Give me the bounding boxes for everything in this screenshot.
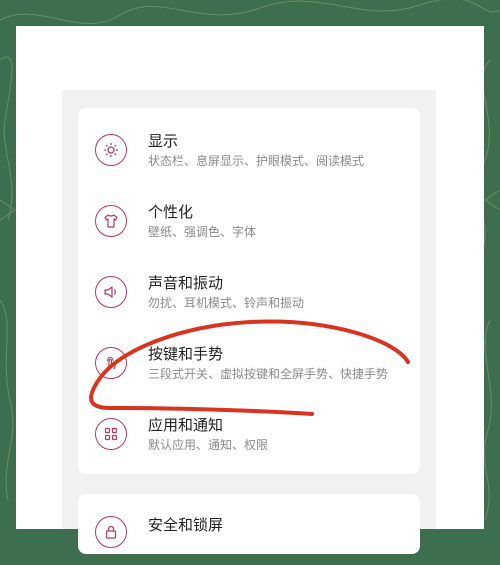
speaker-icon bbox=[95, 276, 127, 308]
settings-item-subtitle: 勿扰、耳机模式、铃声和振动 bbox=[148, 296, 305, 310]
apps-grid-icon bbox=[95, 418, 127, 450]
settings-item-gestures[interactable]: 按键和手势 三段式开关、虚拟按键和全屏手势、快捷手势 bbox=[78, 328, 420, 399]
settings-item-title: 声音和振动 bbox=[148, 274, 224, 292]
settings-item-title: 按键和手势 bbox=[148, 345, 224, 363]
settings-item-subtitle: 默认应用、通知、权限 bbox=[148, 438, 269, 452]
settings-item-apps[interactable]: 应用和通知 默认应用、通知、权限 bbox=[78, 399, 420, 470]
settings-item-title: 应用和通知 bbox=[148, 416, 224, 434]
settings-item-subtitle: 壁纸、强调色、字体 bbox=[148, 225, 257, 239]
settings-item-subtitle: 三段式开关、虚拟按键和全屏手势、快捷手势 bbox=[148, 367, 389, 381]
lock-icon bbox=[95, 516, 127, 548]
brightness-icon bbox=[95, 134, 127, 166]
settings-group-main: 显示 状态栏、息屏显示、护眼模式、阅读模式 个性化 壁纸、强调色、字体 声音和振… bbox=[78, 108, 420, 474]
settings-item-title: 安全和锁屏 bbox=[148, 516, 224, 534]
settings-item-security[interactable]: 安全和锁屏 bbox=[78, 494, 420, 565]
settings-item-title: 个性化 bbox=[148, 203, 194, 221]
settings-item-personalization[interactable]: 个性化 壁纸、强调色、字体 bbox=[78, 186, 420, 257]
settings-group-security: 安全和锁屏 bbox=[78, 494, 420, 554]
settings-item-title: 显示 bbox=[148, 132, 179, 150]
settings-item-sound[interactable]: 声音和振动 勿扰、耳机模式、铃声和振动 bbox=[78, 257, 420, 328]
settings-item-display[interactable]: 显示 状态栏、息屏显示、护眼模式、阅读模式 bbox=[78, 115, 420, 186]
settings-item-subtitle: 状态栏、息屏显示、护眼模式、阅读模式 bbox=[148, 154, 365, 168]
tshirt-icon bbox=[95, 205, 127, 237]
touch-icon bbox=[95, 347, 127, 379]
